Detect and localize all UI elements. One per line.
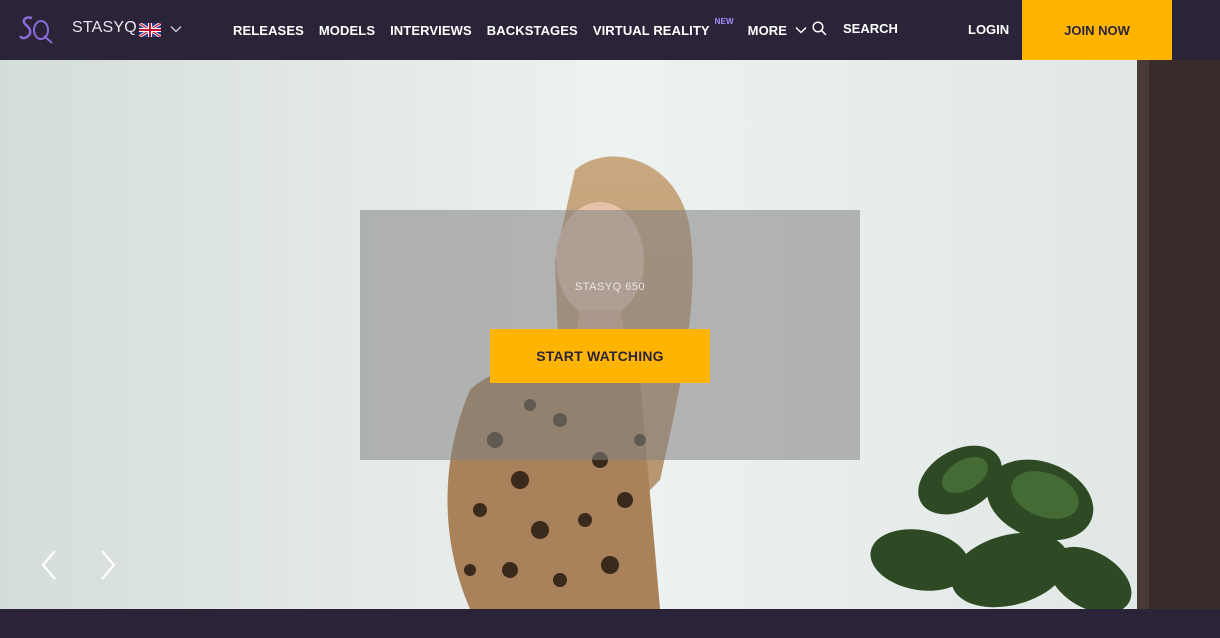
nav-releases[interactable]: RELEASES <box>233 23 304 38</box>
slide-title: STASYQ 650 <box>574 281 646 293</box>
chevron-right-icon[interactable] <box>97 548 119 582</box>
nav-more-label: MORE <box>747 22 788 38</box>
nav-virtual-reality-label: VIRTUAL REALITY <box>592 22 710 38</box>
brand-name[interactable]: STASYQ <box>72 19 137 37</box>
uk-flag-icon <box>139 23 161 37</box>
start-watching-button[interactable]: START WATCHING <box>490 329 710 383</box>
nav-interviews[interactable]: INTERVIEWS <box>390 23 472 38</box>
nav-backstages[interactable]: BACKSTAGES <box>487 23 578 38</box>
bottom-section <box>0 609 1220 638</box>
new-badge: NEW <box>714 16 734 26</box>
language-selector[interactable] <box>139 22 183 38</box>
join-now-button[interactable]: JOIN NOW <box>1022 0 1172 60</box>
nav-more[interactable]: MORE <box>748 23 807 38</box>
search-label: SEARCH <box>843 21 898 36</box>
hero-slider: STASYQ 650 START WATCHING <box>0 60 1220 609</box>
chevron-left-icon[interactable] <box>38 548 60 582</box>
main-nav: RELEASES MODELS INTERVIEWS BACKSTAGES VI… <box>233 0 822 60</box>
slide-caption-box: STASYQ 650 START WATCHING <box>360 210 860 460</box>
chevron-down-icon <box>795 27 807 34</box>
nav-virtual-reality[interactable]: VIRTUAL REALITY NEW <box>592 17 734 38</box>
chevron-down-icon <box>170 26 182 33</box>
sq-logo-icon <box>18 16 53 44</box>
login-link[interactable]: LOGIN <box>968 22 1009 37</box>
logo[interactable] <box>18 14 55 46</box>
site-header: STASYQ RELEASES MODELS INTERVIEWS BACKST… <box>0 0 1220 60</box>
nav-models[interactable]: MODELS <box>319 23 375 38</box>
search-icon <box>812 21 827 36</box>
search-button[interactable]: SEARCH <box>812 21 898 36</box>
